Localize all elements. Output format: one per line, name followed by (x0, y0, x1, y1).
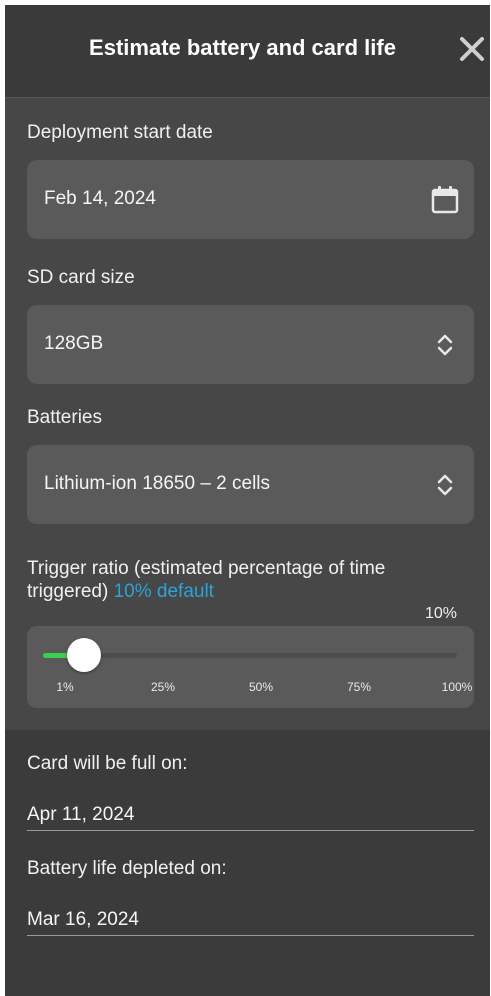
trigger-ratio-label: Trigger ratio (estimated percentage of t… (27, 557, 467, 603)
estimate-panel: Estimate battery and card life Deploymen… (5, 5, 490, 996)
batteries-value: Lithium-ion 18650 – 2 cells (44, 473, 271, 494)
divider (27, 830, 474, 831)
sd-card-label: SD card size (27, 267, 135, 288)
batteries-select[interactable]: Lithium-ion 18650 – 2 cells (27, 445, 474, 524)
battery-depleted-value: Mar 16, 2024 (27, 909, 139, 930)
sd-card-value: 128GB (44, 333, 104, 354)
deployment-date-label: Deployment start date (27, 122, 213, 143)
slider-tick-label: 75% (346, 680, 372, 694)
chevron-up-down-icon (437, 334, 453, 356)
battery-depleted-label: Battery life depleted on: (27, 858, 227, 879)
close-icon[interactable] (458, 35, 486, 63)
batteries-label: Batteries (27, 407, 102, 428)
calendar-icon[interactable] (430, 184, 460, 216)
header: Estimate battery and card life (5, 5, 490, 98)
deployment-date-field[interactable]: Feb 14, 2024 (27, 160, 474, 239)
slider-tick-label: 100% (441, 680, 473, 694)
page-title: Estimate battery and card life (89, 35, 396, 60)
slider-track[interactable] (43, 653, 457, 658)
trigger-ratio-slider[interactable]: 1% 25% 50% 75% 100% (27, 626, 474, 708)
slider-tick-label: 50% (248, 680, 274, 694)
deployment-date-value: Feb 14, 2024 (44, 188, 156, 209)
slider-thumb[interactable] (67, 638, 102, 672)
slider-tick-label: 1% (56, 680, 74, 694)
results-section: Card will be full on: Apr 11, 2024 Batte… (5, 730, 490, 996)
chevron-up-down-icon (437, 474, 453, 496)
card-full-label: Card will be full on: (27, 753, 188, 774)
trigger-ratio-readout: 10% (424, 605, 457, 622)
divider (27, 935, 474, 936)
default-link[interactable]: 10% default (114, 581, 214, 602)
sd-card-select[interactable]: 128GB (27, 305, 474, 384)
card-full-value: Apr 11, 2024 (27, 804, 135, 825)
slider-tick-label: 25% (150, 680, 176, 694)
